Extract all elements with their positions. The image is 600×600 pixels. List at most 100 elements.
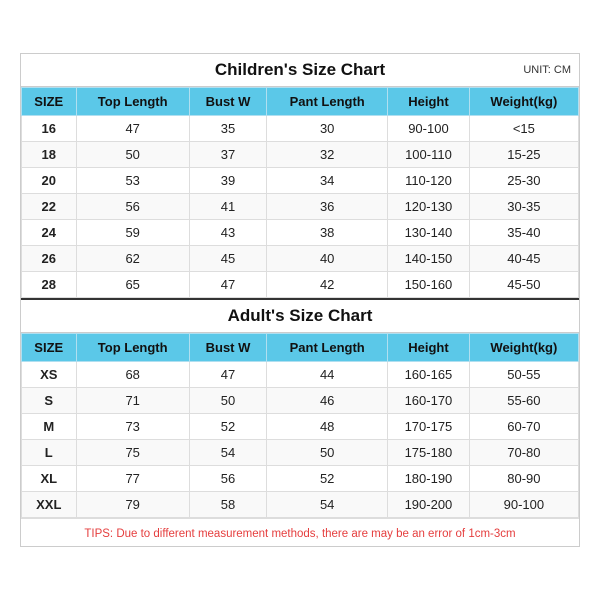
table-cell: 175-180	[388, 440, 470, 466]
adult-tbody: XS684744160-16550-55S715046160-17055-60M…	[22, 362, 579, 518]
adult-header-row: SIZE Top Length Bust W Pant Length Heigh…	[22, 334, 579, 362]
table-cell: 25-30	[469, 168, 578, 194]
table-cell: 38	[267, 220, 388, 246]
table-cell: 53	[76, 168, 189, 194]
adult-title: Adult's Size Chart	[228, 306, 373, 326]
table-cell: 47	[189, 362, 266, 388]
table-cell: 45	[189, 246, 266, 272]
table-row: S715046160-17055-60	[22, 388, 579, 414]
children-tbody: 1647353090-100<1518503732100-11015-25205…	[22, 116, 579, 298]
table-cell: 110-120	[388, 168, 470, 194]
table-cell: 20	[22, 168, 77, 194]
table-cell: XL	[22, 466, 77, 492]
table-cell: XS	[22, 362, 77, 388]
table-cell: 150-160	[388, 272, 470, 298]
adult-col-header-size: SIZE	[22, 334, 77, 362]
adult-col-header-height: Height	[388, 334, 470, 362]
table-cell: 30	[267, 116, 388, 142]
table-cell: 190-200	[388, 492, 470, 518]
table-cell: 18	[22, 142, 77, 168]
table-row: 18503732100-11015-25	[22, 142, 579, 168]
table-cell: 54	[267, 492, 388, 518]
table-cell: 79	[76, 492, 189, 518]
children-title: Children's Size Chart	[215, 60, 385, 80]
table-cell: 55-60	[469, 388, 578, 414]
size-chart-container: Children's Size Chart UNIT: CM SIZE Top …	[20, 53, 580, 547]
table-cell: 16	[22, 116, 77, 142]
table-cell: 54	[189, 440, 266, 466]
unit-label: UNIT: CM	[523, 64, 571, 76]
table-cell: 42	[267, 272, 388, 298]
table-cell: XXL	[22, 492, 77, 518]
table-cell: 65	[76, 272, 189, 298]
table-row: M735248170-17560-70	[22, 414, 579, 440]
table-cell: 35	[189, 116, 266, 142]
table-cell: 44	[267, 362, 388, 388]
table-cell: 40-45	[469, 246, 578, 272]
children-title-row: Children's Size Chart UNIT: CM	[21, 54, 579, 87]
table-cell: 28	[22, 272, 77, 298]
table-cell: 50-55	[469, 362, 578, 388]
table-row: 24594338130-14035-40	[22, 220, 579, 246]
tips-text: TIPS: Due to different measurement metho…	[84, 528, 515, 540]
table-cell: 50	[267, 440, 388, 466]
table-cell: 160-165	[388, 362, 470, 388]
table-cell: 40	[267, 246, 388, 272]
table-cell: 30-35	[469, 194, 578, 220]
table-cell: 180-190	[388, 466, 470, 492]
children-header-row: SIZE Top Length Bust W Pant Length Heigh…	[22, 88, 579, 116]
col-header-weight: Weight(kg)	[469, 88, 578, 116]
table-cell: 80-90	[469, 466, 578, 492]
table-cell: 160-170	[388, 388, 470, 414]
table-cell: 32	[267, 142, 388, 168]
table-cell: 52	[189, 414, 266, 440]
table-cell: 50	[76, 142, 189, 168]
table-cell: 24	[22, 220, 77, 246]
table-cell: 120-130	[388, 194, 470, 220]
table-cell: 35-40	[469, 220, 578, 246]
table-cell: 22	[22, 194, 77, 220]
tips-row: TIPS: Due to different measurement metho…	[21, 518, 579, 546]
table-cell: 47	[76, 116, 189, 142]
table-cell: 39	[189, 168, 266, 194]
table-cell: 26	[22, 246, 77, 272]
table-cell: 100-110	[388, 142, 470, 168]
table-row: 28654742150-16045-50	[22, 272, 579, 298]
table-cell: 56	[76, 194, 189, 220]
col-header-size: SIZE	[22, 88, 77, 116]
table-row: XXL795854190-20090-100	[22, 492, 579, 518]
table-cell: 52	[267, 466, 388, 492]
table-cell: <15	[469, 116, 578, 142]
col-header-height: Height	[388, 88, 470, 116]
table-cell: 90-100	[388, 116, 470, 142]
adult-col-header-top-length: Top Length	[76, 334, 189, 362]
table-cell: 34	[267, 168, 388, 194]
table-cell: L	[22, 440, 77, 466]
adult-title-row: Adult's Size Chart	[21, 298, 579, 333]
table-cell: 56	[189, 466, 266, 492]
table-row: L755450175-18070-80	[22, 440, 579, 466]
table-cell: M	[22, 414, 77, 440]
table-cell: 73	[76, 414, 189, 440]
table-cell: 45-50	[469, 272, 578, 298]
table-cell: 62	[76, 246, 189, 272]
table-cell: 170-175	[388, 414, 470, 440]
adult-col-header-weight: Weight(kg)	[469, 334, 578, 362]
table-cell: 46	[267, 388, 388, 414]
table-row: 26624540140-15040-45	[22, 246, 579, 272]
table-cell: 70-80	[469, 440, 578, 466]
table-row: 1647353090-100<15	[22, 116, 579, 142]
table-row: XS684744160-16550-55	[22, 362, 579, 388]
table-cell: 77	[76, 466, 189, 492]
table-cell: 15-25	[469, 142, 578, 168]
table-cell: 43	[189, 220, 266, 246]
table-row: XL775652180-19080-90	[22, 466, 579, 492]
table-cell: 58	[189, 492, 266, 518]
table-cell: 36	[267, 194, 388, 220]
table-cell: 48	[267, 414, 388, 440]
table-cell: 71	[76, 388, 189, 414]
col-header-pant-length: Pant Length	[267, 88, 388, 116]
table-cell: 60-70	[469, 414, 578, 440]
table-cell: 41	[189, 194, 266, 220]
col-header-top-length: Top Length	[76, 88, 189, 116]
